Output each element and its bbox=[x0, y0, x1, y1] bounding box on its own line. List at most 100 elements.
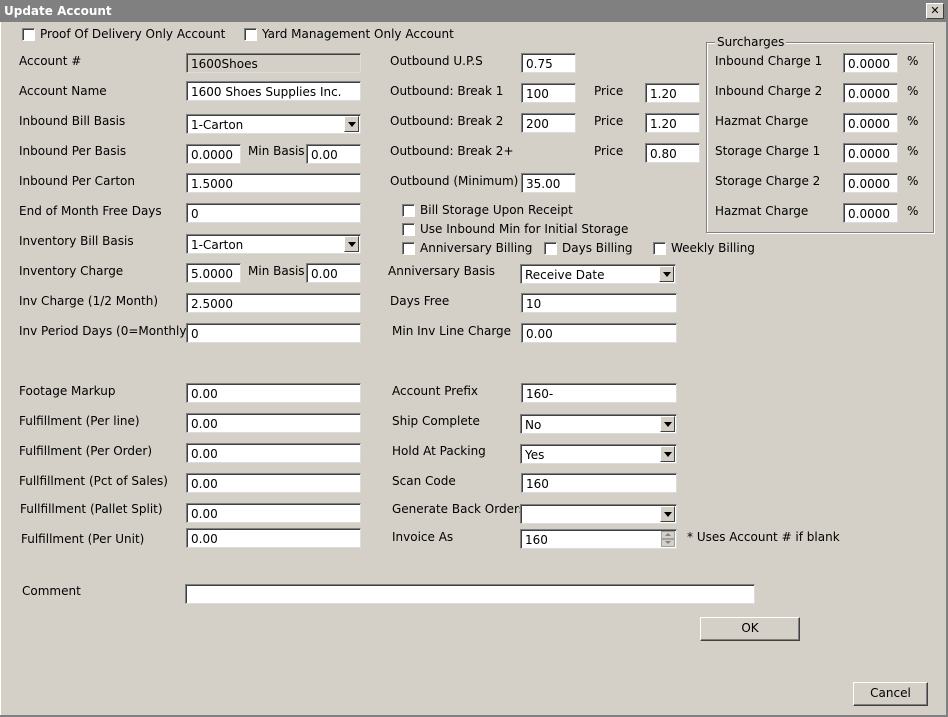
inbound-bill-basis-select[interactable]: 1-Carton bbox=[186, 114, 361, 134]
scan-code-field[interactable]: 160 bbox=[521, 473, 677, 493]
surcharge-label: Storage Charge 2 bbox=[715, 174, 821, 188]
ok-button[interactable]: OK bbox=[700, 617, 800, 641]
inventory-bill-basis-select[interactable]: 1-Carton bbox=[186, 234, 361, 254]
weekly-billing-checkbox[interactable] bbox=[653, 242, 666, 255]
inventory-min-basis-label: Min Basis bbox=[248, 264, 305, 278]
break2plus-price-label: Price bbox=[594, 144, 624, 158]
surcharge-field[interactable]: 0.0000 bbox=[843, 143, 898, 163]
title-bar: Update Account ✕ bbox=[0, 0, 948, 22]
surcharge-label: Inbound Charge 2 bbox=[715, 84, 823, 98]
inbound-bill-basis-label: Inbound Bill Basis bbox=[19, 114, 126, 128]
chevron-down-icon[interactable] bbox=[659, 266, 674, 282]
scan-code-label: Scan Code bbox=[392, 474, 456, 488]
inventory-bill-basis-value: 1-Carton bbox=[191, 238, 244, 252]
eom-free-days-field[interactable]: 0 bbox=[186, 203, 361, 223]
ship-complete-value: No bbox=[525, 418, 542, 432]
chevron-down-icon[interactable] bbox=[344, 116, 359, 132]
surcharge-field[interactable]: 0.0000 bbox=[843, 83, 898, 103]
surcharge-field[interactable]: 0.0000 bbox=[843, 173, 898, 193]
days-billing-checkbox[interactable] bbox=[544, 242, 557, 255]
surcharge-field[interactable]: 0.0000 bbox=[843, 53, 898, 73]
chevron-down-icon[interactable] bbox=[660, 416, 675, 432]
fulfillment-pallet-split-field[interactable]: 0.00 bbox=[186, 503, 361, 523]
use-inbound-min-checkbox[interactable] bbox=[402, 223, 415, 236]
fulfillment-per-line-field[interactable]: 0.00 bbox=[186, 413, 361, 433]
inbound-per-carton-field[interactable]: 1.5000 bbox=[186, 173, 361, 193]
inv-period-days-field[interactable]: 0 bbox=[186, 323, 361, 343]
days-free-label: Days Free bbox=[390, 294, 450, 308]
break2plus-label: Outbound: Break 2+ bbox=[390, 144, 514, 158]
break2-price-field[interactable]: 1.20 bbox=[645, 113, 700, 133]
min-inv-line-field[interactable]: 0.00 bbox=[521, 323, 677, 343]
spin-down-icon[interactable] bbox=[661, 539, 675, 547]
surcharge-label: Inbound Charge 1 bbox=[715, 54, 823, 68]
outbound-ups-label: Outbound U.P.S bbox=[390, 54, 483, 68]
comment-label: Comment bbox=[22, 584, 81, 598]
break2-label: Outbound: Break 2 bbox=[390, 114, 504, 128]
footage-markup-field[interactable]: 0.00 bbox=[186, 383, 361, 403]
account-name-label: Account Name bbox=[19, 84, 107, 98]
inv-charge-half-field[interactable]: 2.5000 bbox=[186, 293, 361, 313]
inbound-min-basis-label: Min Basis bbox=[248, 144, 305, 158]
yard-management-checkbox[interactable] bbox=[244, 28, 257, 41]
fulfillment-pct-sales-field[interactable]: 0.00 bbox=[186, 473, 361, 493]
invoice-as-note: * Uses Account # if blank bbox=[687, 530, 840, 544]
bill-storage-receipt-checkbox[interactable] bbox=[402, 204, 415, 217]
percent-label: % bbox=[907, 84, 919, 98]
comment-field[interactable] bbox=[185, 584, 755, 604]
fulfillment-per-order-field[interactable]: 0.00 bbox=[186, 443, 361, 463]
generate-back-orders-label: Generate Back Orders bbox=[392, 502, 526, 516]
hold-at-packing-label: Hold At Packing bbox=[392, 444, 486, 458]
proof-of-delivery-checkbox[interactable] bbox=[22, 28, 35, 41]
cancel-button[interactable]: Cancel bbox=[853, 682, 928, 706]
yard-management-label: Yard Management Only Account bbox=[262, 27, 454, 41]
fulfillment-pallet-split-label: Fullfillment (Pallet Split) bbox=[20, 502, 163, 516]
inventory-min-basis-field[interactable]: 0.00 bbox=[306, 263, 361, 283]
spin-up-icon[interactable] bbox=[661, 531, 675, 539]
outbound-ups-field[interactable]: 0.75 bbox=[521, 53, 576, 73]
hold-at-packing-select[interactable]: Yes bbox=[520, 444, 677, 464]
surcharge-label: Hazmat Charge bbox=[715, 114, 809, 128]
inventory-bill-basis-label: Inventory Bill Basis bbox=[19, 234, 134, 248]
fulfillment-per-unit-field[interactable]: 0.00 bbox=[186, 528, 361, 548]
inbound-bill-basis-value: 1-Carton bbox=[191, 118, 244, 132]
percent-label: % bbox=[907, 204, 919, 218]
anniversary-basis-select[interactable]: Receive Date bbox=[520, 264, 676, 284]
outbound-min-field[interactable]: 35.00 bbox=[521, 173, 576, 193]
anniversary-basis-label: Anniversary Basis bbox=[388, 264, 496, 278]
spinner-buttons[interactable] bbox=[661, 531, 675, 547]
chevron-down-icon[interactable] bbox=[344, 236, 359, 252]
chevron-down-icon[interactable] bbox=[660, 446, 675, 462]
inbound-min-basis-field[interactable]: 0.00 bbox=[306, 144, 361, 164]
eom-free-days-label: End of Month Free Days bbox=[19, 204, 162, 218]
break1-field[interactable]: 100 bbox=[521, 83, 576, 103]
surcharge-label: Hazmat Charge bbox=[715, 204, 809, 218]
surcharge-field[interactable]: 0.0000 bbox=[843, 113, 898, 133]
break2-field[interactable]: 200 bbox=[521, 113, 576, 133]
chevron-down-icon[interactable] bbox=[660, 506, 675, 522]
account-number-label: Account # bbox=[19, 54, 82, 68]
ship-complete-select[interactable]: No bbox=[520, 414, 677, 434]
inbound-per-basis-label: Inbound Per Basis bbox=[19, 144, 127, 158]
account-prefix-label: Account Prefix bbox=[392, 384, 479, 398]
surcharge-label: Storage Charge 1 bbox=[715, 144, 821, 158]
surcharges-title: Surcharges bbox=[715, 35, 787, 49]
break2plus-price-field[interactable]: 0.80 bbox=[645, 143, 700, 163]
break1-price-label: Price bbox=[594, 84, 624, 98]
days-free-field[interactable]: 10 bbox=[521, 293, 677, 313]
invoice-as-spinner[interactable]: 160 bbox=[520, 529, 677, 549]
generate-back-orders-select[interactable] bbox=[520, 504, 677, 524]
inventory-charge-field[interactable]: 5.0000 bbox=[186, 263, 241, 283]
close-button[interactable]: ✕ bbox=[926, 3, 944, 19]
surcharge-field[interactable]: 0.0000 bbox=[843, 203, 898, 223]
proof-of-delivery-label: Proof Of Delivery Only Account bbox=[40, 27, 226, 41]
break1-price-field[interactable]: 1.20 bbox=[645, 83, 700, 103]
account-number-field[interactable]: 1600Shoes bbox=[186, 53, 361, 73]
window-title: Update Account bbox=[4, 4, 112, 18]
bill-storage-receipt-label: Bill Storage Upon Receipt bbox=[420, 203, 573, 217]
account-prefix-field[interactable]: 160- bbox=[521, 383, 677, 403]
account-name-field[interactable]: 1600 Shoes Supplies Inc. bbox=[186, 81, 361, 101]
inbound-per-basis-field[interactable]: 0.0000 bbox=[186, 144, 241, 164]
fulfillment-per-order-label: Fulfillment (Per Order) bbox=[19, 444, 153, 458]
anniversary-billing-checkbox[interactable] bbox=[402, 242, 415, 255]
